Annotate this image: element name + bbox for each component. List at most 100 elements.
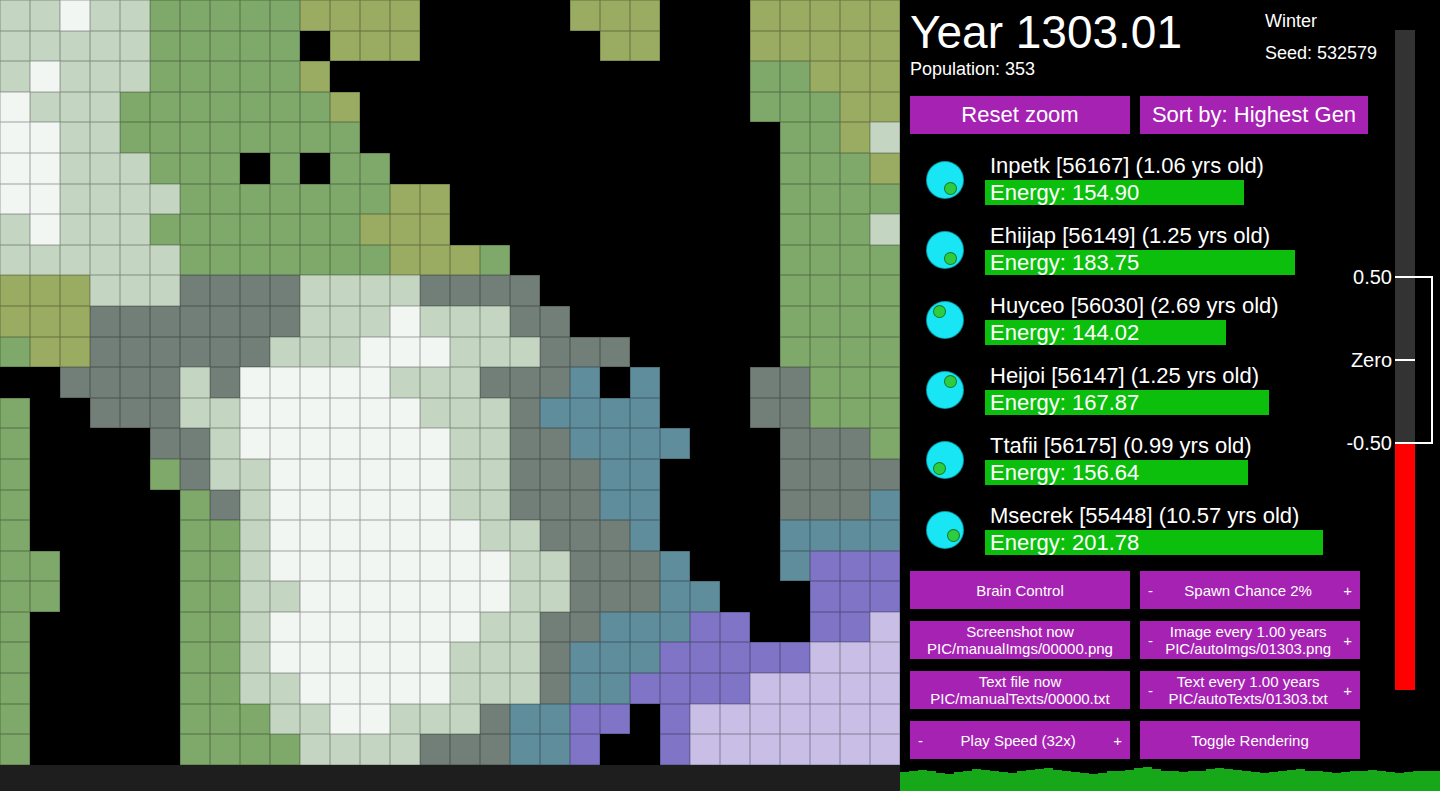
map-tile[interactable] [150,122,180,153]
map-tile[interactable] [450,153,480,184]
map-tile[interactable] [600,428,630,459]
map-tile[interactable] [840,0,870,31]
map-tile[interactable] [390,704,420,735]
map-tile[interactable] [720,642,750,673]
map-tile[interactable] [210,153,240,184]
map-tile[interactable] [120,0,150,31]
map-tile[interactable] [630,734,660,765]
map-tile[interactable] [720,337,750,368]
map-tile[interactable] [600,642,630,673]
map-tile[interactable] [780,367,810,398]
map-tile[interactable] [120,459,150,490]
map-tile[interactable] [450,428,480,459]
map-tile[interactable] [270,31,300,62]
map-tile[interactable] [390,459,420,490]
map-tile[interactable] [660,92,690,123]
plus-button[interactable]: + [1343,682,1352,699]
map-tile[interactable] [660,581,690,612]
map-tile[interactable] [240,673,270,704]
map-tile[interactable] [480,0,510,31]
map-tile[interactable] [480,61,510,92]
map-tile[interactable] [690,734,720,765]
map-tile[interactable] [750,490,780,521]
map-tile[interactable] [540,704,570,735]
map-tile[interactable] [600,398,630,429]
map-tile[interactable] [0,459,30,490]
map-tile[interactable] [390,642,420,673]
map-tile[interactable] [120,551,150,582]
map-tile[interactable] [600,122,630,153]
map-tile[interactable] [360,704,390,735]
map-tile[interactable] [420,31,450,62]
map-tile[interactable] [90,122,120,153]
map-tile[interactable] [660,61,690,92]
map-tile[interactable] [690,367,720,398]
map-tile[interactable] [690,245,720,276]
map-tile[interactable] [750,214,780,245]
map-tile[interactable] [210,734,240,765]
map-tile[interactable] [360,122,390,153]
map-tile[interactable] [360,306,390,337]
map-tile[interactable] [30,704,60,735]
map-tile[interactable] [720,520,750,551]
creature-row[interactable]: Inpetk [56167] (1.06 yrs old)Energy: 154… [910,150,1440,220]
map-tile[interactable] [840,122,870,153]
map-tile[interactable] [810,214,840,245]
map-tile[interactable] [30,520,60,551]
map-tile[interactable] [570,184,600,215]
map-tile[interactable] [540,490,570,521]
map-tile[interactable] [60,214,90,245]
map-tile[interactable] [390,0,420,31]
map-tile[interactable] [480,214,510,245]
map-tile[interactable] [540,122,570,153]
map-tile[interactable] [840,612,870,643]
map-tile[interactable] [810,153,840,184]
map-tile[interactable] [390,214,420,245]
map-tile[interactable] [0,704,30,735]
map-tile[interactable] [840,459,870,490]
map-tile[interactable] [480,673,510,704]
map-tile[interactable] [360,428,390,459]
map-tile[interactable] [870,581,900,612]
control-button[interactable]: Brain Control [910,571,1130,609]
map-tile[interactable] [600,31,630,62]
map-tile[interactable] [390,734,420,765]
map-tile[interactable] [390,490,420,521]
map-tile[interactable] [240,734,270,765]
map-tile[interactable] [120,367,150,398]
map-tile[interactable] [120,306,150,337]
map-tile[interactable] [210,122,240,153]
map-tile[interactable] [150,642,180,673]
map-tile[interactable] [240,551,270,582]
map-tile[interactable] [0,31,30,62]
control-button[interactable]: Screenshot nowPIC/manualImgs/00000.png [910,621,1130,659]
map-tile[interactable] [870,214,900,245]
map-tile[interactable] [60,245,90,276]
map-tile[interactable] [510,581,540,612]
map-tile[interactable] [240,184,270,215]
map-tile[interactable] [330,337,360,368]
map-tile[interactable] [150,214,180,245]
map-tile[interactable] [240,245,270,276]
map-tile[interactable] [390,337,420,368]
map-tile[interactable] [600,551,630,582]
map-tile[interactable] [0,92,30,123]
map-tile[interactable] [270,367,300,398]
map-tile[interactable] [780,551,810,582]
map-tile[interactable] [420,612,450,643]
map-tile[interactable] [30,306,60,337]
map-tile[interactable] [660,428,690,459]
map-tile[interactable] [420,551,450,582]
map-tile[interactable] [810,551,840,582]
map-tile[interactable] [840,704,870,735]
map-tile[interactable] [210,612,240,643]
map-tile[interactable] [540,551,570,582]
map-tile[interactable] [780,428,810,459]
map-tile[interactable] [510,673,540,704]
map-tile[interactable] [60,551,90,582]
map-tile[interactable] [870,642,900,673]
map-tile[interactable] [270,704,300,735]
map-tile[interactable] [390,612,420,643]
map-tile[interactable] [120,612,150,643]
map-tile[interactable] [870,275,900,306]
